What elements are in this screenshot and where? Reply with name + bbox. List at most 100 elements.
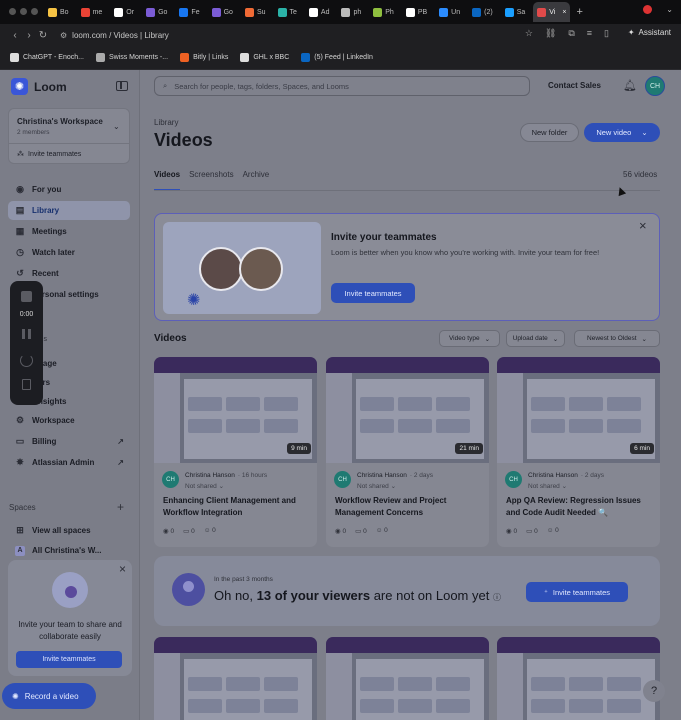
browser-tab[interactable]: Fe: [175, 2, 203, 22]
window-minimize-dot[interactable]: [20, 8, 27, 15]
window-close-dot[interactable]: [9, 8, 16, 15]
workspace-invite-button[interactable]: ⁂ Invite teammates: [17, 150, 81, 159]
browser-tab[interactable]: Vi ×: [533, 2, 571, 22]
bookmark-item[interactable]: GHL x BBC: [240, 53, 289, 62]
video-card[interactable]: [497, 637, 660, 720]
profile-icon[interactable]: [643, 5, 653, 14]
browser-tab[interactable]: Go: [208, 2, 237, 22]
banner-invite-button[interactable]: Invite teammates: [331, 283, 415, 303]
browser-tab[interactable]: Sa: [501, 2, 530, 22]
video-card[interactable]: 21 min CH Christina Hanson · 2 days Not shar…: [326, 357, 489, 547]
tab-archive[interactable]: Archive: [243, 170, 270, 191]
filter-upload-date[interactable]: Upload date ⌄: [506, 330, 565, 347]
video-title[interactable]: App QA Review: Regression Issues and Cod…: [506, 495, 654, 519]
bookmark-item[interactable]: ChatGPT - Enoch...: [10, 53, 84, 62]
invite-panel-button[interactable]: Invite teammates: [16, 651, 122, 668]
help-button[interactable]: ?: [643, 680, 665, 702]
browser-tab[interactable]: Su: [241, 2, 270, 22]
star-icon[interactable]: ☆: [525, 28, 533, 39]
sidebar-toggle-icon[interactable]: ▯: [604, 28, 609, 39]
sidebar-item-for-you[interactable]: ◉ For you: [8, 180, 130, 199]
link-icon[interactable]: ⛓: [545, 28, 556, 39]
external-link-icon: ↗: [117, 437, 124, 446]
stop-icon[interactable]: [21, 291, 32, 302]
tab-favicon-icon: [146, 7, 156, 17]
sidebar-space-item[interactable]: A All Christina's W...: [8, 541, 130, 560]
video-card[interactable]: 6 min CH Christina Hanson · 2 days Not share…: [497, 357, 660, 547]
video-thumbnail[interactable]: [497, 637, 660, 720]
browser-tab[interactable]: PB: [402, 2, 431, 22]
video-title[interactable]: Enhancing Client Management and Workflow…: [163, 495, 311, 519]
video-thumbnail[interactable]: [326, 637, 489, 720]
bookmark-item[interactable]: (5) Feed | LinkedIn: [301, 53, 373, 62]
sidebar-item-watch-later[interactable]: ◷ Watch later: [8, 243, 130, 262]
collapse-sidebar-icon[interactable]: [116, 81, 128, 91]
sort-order[interactable]: Newest to Oldest ⌄: [574, 330, 660, 347]
sidebar-item-atlassian-admin[interactable]: ✸ Atlassian Admin ↗: [8, 453, 130, 472]
trash-icon[interactable]: [22, 379, 31, 390]
bell-icon[interactable]: 🔔︎: [623, 79, 637, 92]
tab-screenshots[interactable]: Screenshots: [189, 170, 233, 191]
breadcrumb[interactable]: Library: [154, 118, 178, 127]
sidebar-space-item[interactable]: ⊞ View all spaces: [8, 521, 130, 540]
pause-icon[interactable]: [22, 329, 31, 339]
tab-favicon-icon: [373, 7, 383, 17]
new-video-button[interactable]: New video ⌄: [584, 123, 660, 142]
tab-favicon-icon: [244, 7, 254, 17]
browser-tab[interactable]: (2): [468, 2, 497, 22]
avatar[interactable]: CH: [645, 76, 665, 96]
add-space-icon[interactable]: +: [117, 500, 124, 514]
sidebar-item-meetings[interactable]: ▦ Meetings: [8, 222, 130, 241]
window-zoom-dot[interactable]: [31, 8, 38, 15]
loom-logo[interactable]: ✺ Loom: [11, 78, 67, 95]
contact-sales-link[interactable]: Contact Sales: [548, 81, 601, 90]
browser-tab[interactable]: Or: [110, 2, 138, 22]
share-status[interactable]: Not shared ⌄: [528, 482, 567, 490]
author-name: Christina Hanson: [185, 472, 235, 479]
share-status[interactable]: Not shared ⌄: [357, 482, 396, 490]
assistant-button[interactable]: ✦ Assistant: [628, 28, 671, 37]
restart-icon[interactable]: [20, 354, 33, 367]
browser-tab[interactable]: Te: [274, 2, 301, 22]
search-input[interactable]: ⌕ Search for people, tags, folders, Spac…: [154, 76, 530, 96]
site-info-icon[interactable]: ⚙: [60, 31, 67, 40]
browser-tab[interactable]: Ad: [305, 2, 334, 22]
sidebar-item-label: Workspace: [32, 416, 75, 425]
info-icon[interactable]: ⓘ: [493, 593, 501, 602]
video-thumbnail[interactable]: [154, 637, 317, 720]
reload-icon[interactable]: ↻: [36, 30, 50, 41]
tab-videos[interactable]: Videos: [154, 170, 181, 191]
video-card[interactable]: 9 min CH Christina Hanson · 16 hours Not sha…: [154, 357, 317, 547]
viewers-invite-button[interactable]: ⁺ Invite teammates: [526, 582, 628, 602]
browser-tab[interactable]: ph: [337, 2, 365, 22]
browser-tab[interactable]: Go: [142, 2, 171, 22]
back-icon[interactable]: ‹: [8, 30, 22, 41]
video-card[interactable]: [154, 637, 317, 720]
forward-icon[interactable]: ›: [22, 30, 36, 41]
new-tab-button[interactable]: +: [576, 6, 582, 18]
browser-tab[interactable]: Bo: [44, 2, 73, 22]
video-card[interactable]: [326, 637, 489, 720]
close-icon[interactable]: ×: [119, 562, 126, 576]
record-video-button[interactable]: ✺ Record a video: [2, 683, 96, 709]
sidebar-item-library[interactable]: ▤ Library: [8, 201, 130, 220]
browser-tab[interactable]: me: [77, 2, 107, 22]
sidebar-item-billing[interactable]: ▭ Billing ↗: [8, 432, 130, 451]
browser-tab[interactable]: Un: [435, 2, 464, 22]
chevron-down-icon[interactable]: ⌄: [113, 122, 120, 131]
close-icon[interactable]: ×: [639, 218, 647, 233]
filter-video-type[interactable]: Video type ⌄: [439, 330, 500, 347]
extensions-icon[interactable]: ⧉: [568, 28, 574, 39]
bookmark-item[interactable]: Swiss Moments -...: [95, 53, 168, 62]
sidebar-item-workspace[interactable]: ⚙ Workspace: [8, 411, 130, 430]
video-title[interactable]: Workflow Review and Project Management C…: [335, 495, 483, 519]
share-status[interactable]: Not shared ⌄: [185, 482, 224, 490]
tab-search-icon[interactable]: ⌄: [666, 5, 673, 14]
menu-lines-icon[interactable]: ≡: [587, 28, 592, 39]
new-folder-button[interactable]: New folder: [520, 123, 579, 142]
bookmark-item[interactable]: Bitly | Links: [180, 53, 228, 62]
close-tab-icon[interactable]: ×: [562, 9, 566, 16]
thumbnail-sidebar: [497, 653, 523, 720]
workspace-card[interactable]: Christina's Workspace 2 members ⌄ ⁂ Invi…: [8, 108, 130, 164]
browser-tab[interactable]: Ph: [369, 2, 398, 22]
